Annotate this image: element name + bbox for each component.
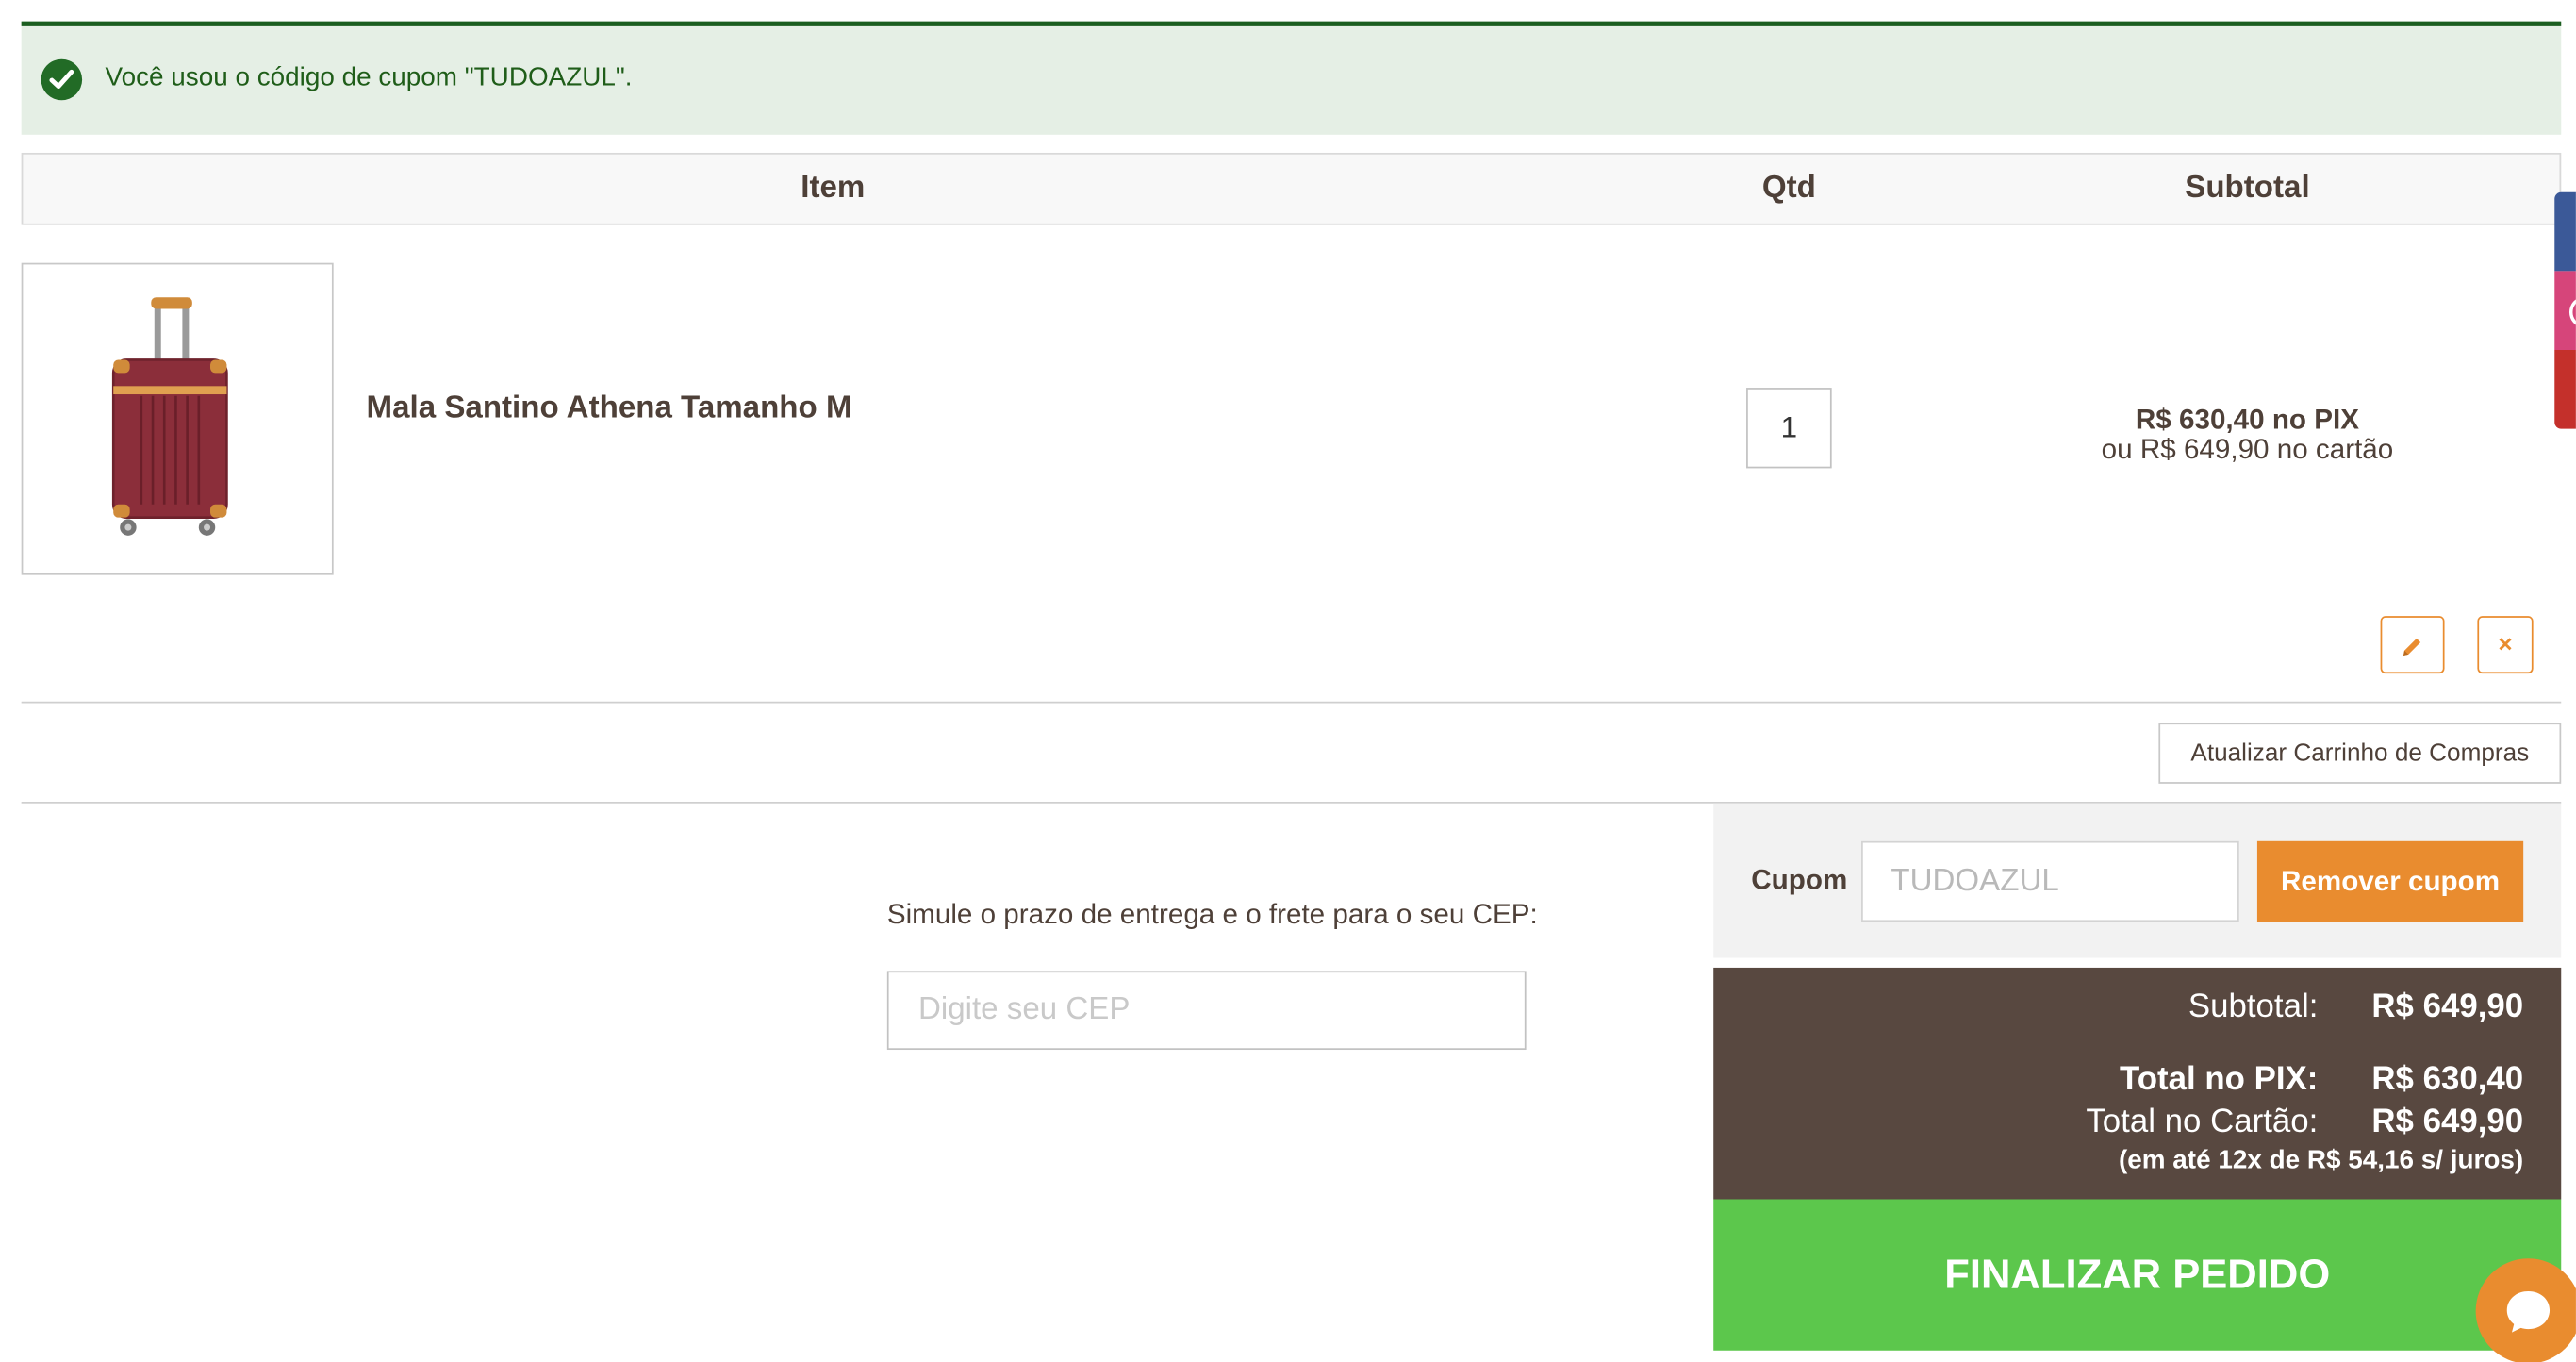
total-card-value: R$ 649,90 <box>2371 1104 2524 1140</box>
instagram-tab[interactable] <box>2554 271 2576 351</box>
remove-item-button[interactable]: × <box>2477 616 2534 674</box>
total-pix-value: R$ 630,40 <box>2371 1061 2524 1098</box>
pencil-icon <box>2403 638 2421 656</box>
total-pix-label: Total no PIX: <box>2120 1061 2319 1098</box>
product-name[interactable]: Mala Santino Athena Tamanho M <box>367 391 852 427</box>
subtotal-value: R$ 649,90 <box>2371 988 2524 1025</box>
shipping-label: Simule o prazo de entrega e o frete para… <box>886 898 1538 930</box>
success-message-text: Você usou o código de cupom "TUDOAZUL". <box>105 63 633 92</box>
header-qty: Qtd <box>1761 171 1816 206</box>
facebook-tab[interactable] <box>2554 191 2576 272</box>
item-price-pix: R$ 630,40 no PIX <box>2135 404 2359 436</box>
coupon-input[interactable]: TUDOAZUL <box>1861 840 2239 922</box>
instagram-icon <box>2568 297 2576 327</box>
update-cart-button[interactable]: Atualizar Carrinho de Compras <box>2158 723 2562 784</box>
remove-coupon-button[interactable]: Remover cupom <box>2256 840 2524 922</box>
subtotal-label: Subtotal: <box>2188 988 2319 1025</box>
quantity-input[interactable]: 1 <box>1746 388 1832 469</box>
cep-input[interactable] <box>886 971 1527 1051</box>
header-subtotal: Subtotal <box>2185 171 2310 206</box>
cart-page: Você usou o código de cupom "TUDOAZUL". … <box>0 0 2576 1362</box>
total-card-label: Total no Cartão: <box>2086 1104 2319 1140</box>
divider <box>21 701 2562 704</box>
installments-text: (em até 12x de R$ 54,16 s/ juros) <box>2118 1146 2524 1175</box>
check-circle-icon <box>41 58 83 101</box>
product-image[interactable] <box>21 262 334 575</box>
close-icon: × <box>2498 630 2513 659</box>
checkout-button[interactable]: FINALIZAR PEDIDO <box>1713 1199 2562 1351</box>
chat-bubble-icon <box>2506 1291 2551 1333</box>
youtube-tab[interactable] <box>2554 350 2576 429</box>
coupon-label: Cupom <box>1751 864 1848 896</box>
item-price-card: ou R$ 649,90 no cartão <box>2101 433 2394 465</box>
header-item: Item <box>801 171 866 206</box>
suitcase-image <box>111 297 228 536</box>
edit-item-button[interactable] <box>2380 616 2445 674</box>
chat-button[interactable] <box>2475 1258 2576 1362</box>
